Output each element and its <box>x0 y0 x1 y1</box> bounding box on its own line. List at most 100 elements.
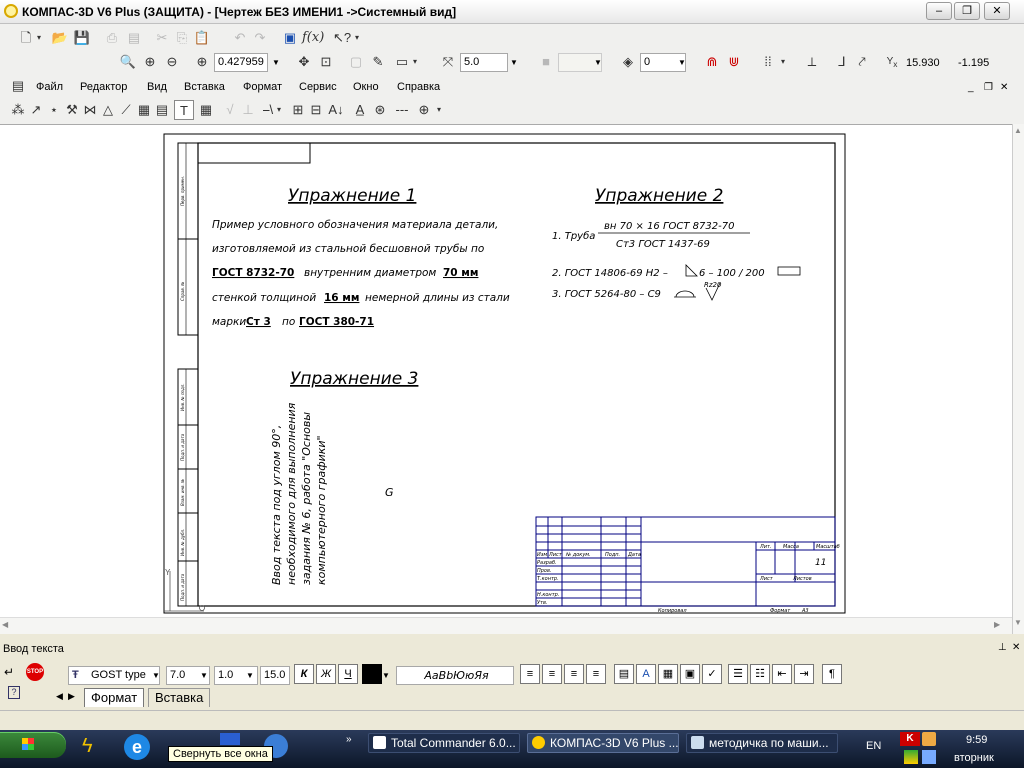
document-menu-icon[interactable]: ▤ <box>8 76 28 96</box>
clock-day[interactable]: вторник <box>954 752 994 764</box>
state-icon[interactable]: ■ <box>536 52 556 72</box>
select-icon[interactable]: ⟋ <box>116 100 136 120</box>
align-center-icon[interactable]: ≡ <box>542 664 562 684</box>
position-icon[interactable]: ⊛ <box>370 100 390 120</box>
insert-fraction-icon[interactable]: ▤ <box>614 664 634 684</box>
zoom-window-icon[interactable]: 🔍 <box>118 52 138 72</box>
state-dropdown-icon[interactable]: ▼ <box>592 54 604 71</box>
indent-increase-icon[interactable]: ⇥ <box>794 664 814 684</box>
menu-view[interactable]: Вид <box>147 81 167 93</box>
pin-icon[interactable]: ⊥ <box>998 642 1007 653</box>
tray-app-icon[interactable] <box>922 732 936 746</box>
tolerance-icon[interactable]: ⊞ <box>288 100 308 120</box>
maximize-button[interactable]: ❐ <box>954 2 980 20</box>
scroll-left-icon[interactable]: ◀ <box>2 620 8 629</box>
leader-dropdown-icon[interactable]: ▾ <box>274 100 284 120</box>
show-desktop-icon[interactable] <box>220 733 240 745</box>
snap-settings-icon[interactable]: ✎ <box>368 52 388 72</box>
width-input[interactable]: 15.0 <box>260 666 290 685</box>
underline-button[interactable]: Ч <box>338 664 358 684</box>
numbered-list-icon[interactable]: ☷ <box>750 664 770 684</box>
menu-format[interactable]: Формат <box>243 81 282 93</box>
drawing-area[interactable]: Перв. примен. Справ. № Инв. № подл. Подп… <box>0 124 1012 634</box>
taskbar-overflow-icon[interactable]: » <box>346 734 352 745</box>
layer-dropdown-icon[interactable]: ▼ <box>676 54 688 71</box>
winamp-icon[interactable]: ϟ <box>82 734 106 758</box>
ortho-icon[interactable]: ⟂ <box>802 52 822 72</box>
step-icon[interactable]: ⤧ <box>438 52 458 72</box>
layers-icon[interactable]: ◈ <box>618 52 638 72</box>
scroll-up-icon[interactable]: ▲ <box>1014 126 1022 135</box>
editing-icon[interactable]: ⚒ <box>62 100 82 120</box>
menu-window[interactable]: Окно <box>353 81 379 93</box>
start-button[interactable] <box>0 732 66 758</box>
pan-icon[interactable]: ✥ <box>294 52 314 72</box>
technical-symbols-icon[interactable]: ⋆ <box>44 100 64 120</box>
center-mark-dropdown-icon[interactable]: ▾ <box>434 100 444 120</box>
roughness-icon[interactable]: √ <box>220 100 240 120</box>
font-dropdown-icon[interactable]: ▼ <box>150 667 162 684</box>
enter-icon[interactable]: ↵ <box>4 665 14 679</box>
new-dropdown-icon[interactable]: ▾ <box>34 28 44 48</box>
zoom-dropdown-icon[interactable]: ▼ <box>270 54 282 71</box>
align-right-icon[interactable]: ≡ <box>564 664 584 684</box>
clock-time[interactable]: 9:59 <box>966 734 987 746</box>
coordinate-system-icon[interactable]: ⤤ <box>852 52 872 72</box>
undo-icon[interactable]: ↶ <box>230 28 250 48</box>
task-kompas[interactable]: КОМПАС-3D V6 Plus ... <box>527 733 679 753</box>
align-justify-icon[interactable]: ≡ <box>586 664 606 684</box>
cut-icon[interactable]: ✂ <box>152 28 172 48</box>
parametrization-icon[interactable]: ⋈ <box>80 100 100 120</box>
refresh-icon[interactable]: ▢ <box>346 52 366 72</box>
insert-text-template-icon[interactable]: ▣ <box>680 664 700 684</box>
task-total-commander[interactable]: Total Commander 6.0... <box>368 733 520 753</box>
tray-network-icon[interactable] <box>904 750 918 764</box>
help-dropdown-icon[interactable]: ▾ <box>352 28 362 48</box>
help-icon[interactable]: ? <box>8 686 20 699</box>
save-icon[interactable]: 💾 <box>72 28 92 48</box>
help-pointer-icon[interactable]: ↖? <box>332 28 352 48</box>
new-document-icon[interactable]: 🗋 <box>16 28 36 48</box>
minimize-button[interactable]: – <box>926 2 952 20</box>
menu-file[interactable]: Файл <box>36 81 63 93</box>
measure-icon[interactable]: △ <box>98 100 118 120</box>
step-dropdown-icon[interactable]: ▼ <box>508 54 520 71</box>
print-icon[interactable]: ⎙ <box>102 28 122 48</box>
zoom-in-icon[interactable]: ⊕ <box>140 52 160 72</box>
tabs-right-arrow-icon[interactable]: ▶ <box>68 691 75 702</box>
tabs-left-arrow-icon[interactable]: ◀ <box>56 691 63 702</box>
text-icon[interactable]: T <box>174 100 194 120</box>
base-icon[interactable]: ⊥ <box>238 100 258 120</box>
round-icon[interactable]: ⅃ <box>832 52 852 72</box>
spec-icon[interactable]: ▤ <box>152 100 172 120</box>
tray-volume-icon[interactable] <box>922 750 936 764</box>
zoom-out-icon[interactable]: ⊖ <box>162 52 182 72</box>
bold-button[interactable]: К <box>294 664 314 684</box>
language-indicator[interactable]: EN <box>866 740 881 752</box>
stop-icon[interactable]: STOP <box>26 663 44 681</box>
menu-help[interactable]: Справка <box>397 81 440 93</box>
font-select[interactable]: Ŧ GOST type <box>68 666 160 685</box>
axis-line-icon[interactable]: --- <box>392 100 412 120</box>
kaspersky-icon[interactable]: K <box>900 732 920 746</box>
close-button[interactable]: ✕ <box>984 2 1010 20</box>
redo-icon[interactable]: ↷ <box>250 28 270 48</box>
color-dropdown-icon[interactable]: ▼ <box>380 667 392 684</box>
italic-button[interactable]: Ж <box>316 664 336 684</box>
grid-dropdown-icon[interactable]: ▾ <box>778 52 788 72</box>
insert-symbol-icon[interactable]: A <box>636 664 656 684</box>
panel-close-icon[interactable]: ✕ <box>1012 642 1020 653</box>
paste-icon[interactable]: 📋 <box>192 28 212 48</box>
doc-minimize-icon[interactable]: _ <box>968 82 974 93</box>
zoom-input[interactable]: 0.427959 <box>214 53 268 72</box>
menu-insert[interactable]: Вставка <box>184 81 225 93</box>
font-size-dropdown-icon[interactable]: ▼ <box>198 667 210 684</box>
snap-magnet-icon[interactable]: ⋒ <box>702 52 722 72</box>
manager-icon[interactable]: ▣ <box>280 28 300 48</box>
center-mark-icon[interactable]: ⊕ <box>414 100 434 120</box>
menu-service[interactable]: Сервис <box>299 81 337 93</box>
task-word[interactable]: методичка по маши... <box>686 733 838 753</box>
snap-local-icon[interactable]: ⋓ <box>724 52 744 72</box>
geometry-icon[interactable]: ⁂ <box>8 100 28 120</box>
color-button[interactable] <box>362 664 382 684</box>
